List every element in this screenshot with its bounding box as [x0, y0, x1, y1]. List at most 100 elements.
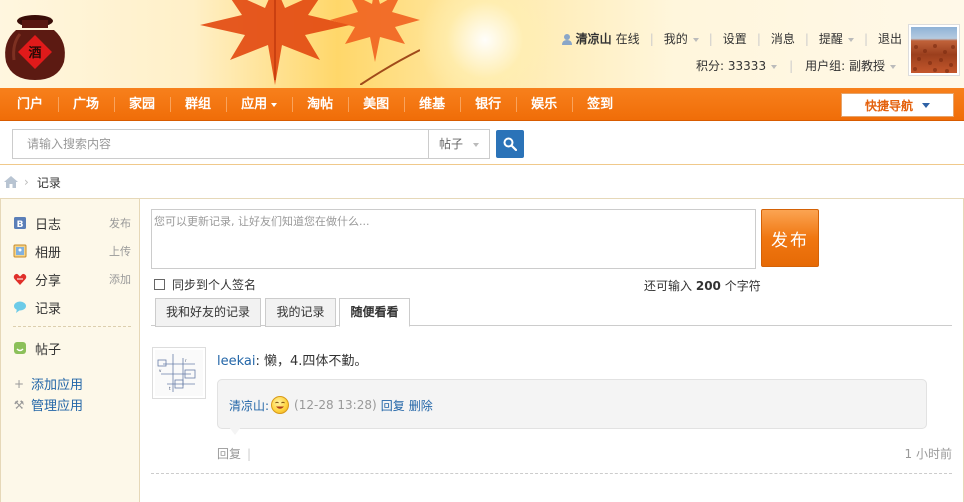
delete-action-link[interactable]: 删除: [409, 397, 433, 414]
main-container: B 日志 发布 相册 上传 分享 添加 记录 帖子 + 添加应用 ⚒ 管理应用 …: [0, 198, 964, 502]
reply-time: (12-28 13:28): [294, 398, 377, 412]
home-icon[interactable]: [4, 176, 18, 188]
feed-reply-link[interactable]: 回复: [217, 447, 241, 461]
my-menu[interactable]: 我的: [664, 30, 699, 47]
search-icon: [503, 137, 517, 151]
messages-link[interactable]: 消息: [771, 30, 795, 47]
search-input[interactable]: 请输入搜索内容: [12, 129, 428, 159]
sidebar-item-label: 相册: [35, 245, 62, 261]
feed-divider: [151, 473, 952, 474]
divider: |: [804, 31, 809, 46]
feed-actions: 回复 |: [217, 445, 251, 462]
chevron-down-icon: [922, 102, 930, 108]
speech-bubble-icon: [14, 301, 26, 313]
sidebar-item-label: 记录: [35, 301, 62, 317]
tab-friends-records[interactable]: 我和好友的记录: [155, 298, 261, 327]
feed-timestamp: 1 小时前: [904, 447, 952, 461]
sidebar-action-publish[interactable]: 发布: [109, 215, 131, 231]
points-menu[interactable]: 积分: 33333: [696, 57, 778, 74]
publish-button[interactable]: 发布: [761, 209, 819, 267]
svg-text:酒: 酒: [28, 46, 41, 61]
avatar-image: [911, 27, 957, 73]
breadcrumb-current[interactable]: 记录: [37, 174, 61, 191]
diagram-thumbnail: v r t: [157, 354, 196, 392]
tab-random-browse[interactable]: 随便看看: [339, 298, 410, 327]
user-menu: 清凉山 在线 | 我的 | 设置 | 消息 | 提醒 | 退出: [561, 30, 902, 47]
chevron-down-icon: [692, 37, 699, 42]
sidebar-item-share[interactable]: 分享 添加: [13, 269, 133, 289]
nav-item-wiki[interactable]: 维基: [404, 88, 460, 121]
sidebar-item-blog[interactable]: B 日志 发布: [13, 213, 133, 233]
settings-link[interactable]: 设置: [723, 30, 747, 47]
sidebar-item-label: 帖子: [35, 342, 62, 358]
smiley-face: [275, 401, 285, 409]
svg-text:r: r: [185, 358, 187, 363]
username-link[interactable]: 清凉山: [576, 30, 612, 47]
search-bar: 请输入搜索内容 帖子: [0, 122, 964, 165]
breadcrumb: › 记录: [0, 170, 61, 194]
nav-item-checkin[interactable]: 签到: [572, 88, 628, 121]
nav-item-entertainment[interactable]: 娱乐: [516, 88, 572, 121]
manage-app-link[interactable]: ⚒ 管理应用: [13, 395, 83, 415]
svg-text:t: t: [169, 386, 171, 391]
record-textarea[interactable]: 您可以更新记录, 让好友们知道您在做什么...: [151, 209, 756, 269]
usergroup-menu[interactable]: 用户组: 副教授: [805, 57, 896, 74]
banner-sun: [410, 0, 560, 88]
feed-author-link[interactable]: leekai: [217, 354, 256, 369]
divider: |: [863, 31, 868, 46]
quick-nav-button[interactable]: 快捷导航: [841, 93, 954, 117]
search-button[interactable]: [496, 130, 524, 158]
sidebar-item-records[interactable]: 记录: [13, 297, 133, 317]
svg-text:v: v: [159, 368, 162, 373]
nav-item-portal[interactable]: 门户: [2, 88, 58, 121]
chevron-down-icon: [847, 37, 854, 42]
breadcrumb-separator: ›: [24, 175, 29, 189]
nav-item-bank[interactable]: 银行: [460, 88, 516, 121]
divider: |: [649, 31, 654, 46]
search-type-label: 帖子: [439, 137, 464, 151]
feed-avatar-image: v r t: [155, 350, 203, 396]
nav-item-home[interactable]: 家园: [114, 88, 170, 121]
sync-signature-checkbox[interactable]: [154, 279, 165, 290]
avatar-field-pattern: [913, 44, 955, 73]
search-type-select[interactable]: 帖子: [428, 129, 490, 159]
blog-icon: B: [14, 217, 26, 230]
quick-nav-label: 快捷导航: [864, 98, 913, 113]
sidebar-divider: [13, 326, 131, 327]
char-remaining: 还可输入 200 个字符: [644, 279, 761, 293]
tab-my-records[interactable]: 我的记录: [265, 298, 336, 327]
thread-icon: [14, 342, 26, 354]
smiley-emoji-icon: [271, 396, 290, 414]
user-stats: 积分: 33333 | 用户组: 副教授: [696, 57, 896, 74]
reminders-menu[interactable]: 提醒: [819, 30, 854, 47]
nav-item-groups[interactable]: 群组: [170, 88, 226, 121]
feed-avatar[interactable]: v r t: [152, 347, 206, 399]
nav-item-gallery[interactable]: 美图: [348, 88, 404, 121]
sidebar-action-add[interactable]: 添加: [109, 271, 131, 287]
record-tabs: 我和好友的记录 我的记录 随便看看: [151, 296, 952, 327]
sidebar-action-upload[interactable]: 上传: [109, 243, 131, 259]
nav-item-apps[interactable]: 应用: [226, 88, 292, 121]
nav-item-square[interactable]: 广场: [58, 88, 114, 121]
site-logo-jar[interactable]: 酒: [2, 12, 68, 82]
sync-signature-option[interactable]: 同步到个人签名: [154, 276, 256, 293]
reply-action-link[interactable]: 回复: [381, 397, 405, 414]
header-banner: 酒 清凉山 在线 | 我的 | 设置 | 消息 | 提醒 | 退出 积分: 33…: [0, 0, 964, 88]
chevron-down-icon: [890, 64, 896, 69]
feed-text: : 懒，4.四体不勤。: [255, 354, 368, 369]
add-app-link[interactable]: + 添加应用: [13, 374, 84, 394]
album-icon: [13, 244, 27, 258]
sidebar: B 日志 发布 相册 上传 分享 添加 记录 帖子 + 添加应用 ⚒ 管理应用: [1, 199, 140, 502]
nav-item-collections[interactable]: 淘帖: [292, 88, 348, 121]
plus-icon: +: [13, 376, 25, 391]
reply-user-link[interactable]: 清凉山:: [229, 397, 269, 414]
user-icon: [561, 33, 572, 45]
logout-link[interactable]: 退出: [878, 30, 902, 47]
sidebar-item-album[interactable]: 相册 上传: [13, 241, 133, 261]
sidebar-item-threads[interactable]: 帖子: [13, 338, 133, 358]
chevron-down-icon: [473, 143, 479, 147]
add-app-label: 添加应用: [31, 378, 84, 393]
chevron-down-icon: [771, 64, 778, 69]
user-avatar[interactable]: [908, 24, 960, 76]
chevron-down-icon: [271, 102, 278, 107]
